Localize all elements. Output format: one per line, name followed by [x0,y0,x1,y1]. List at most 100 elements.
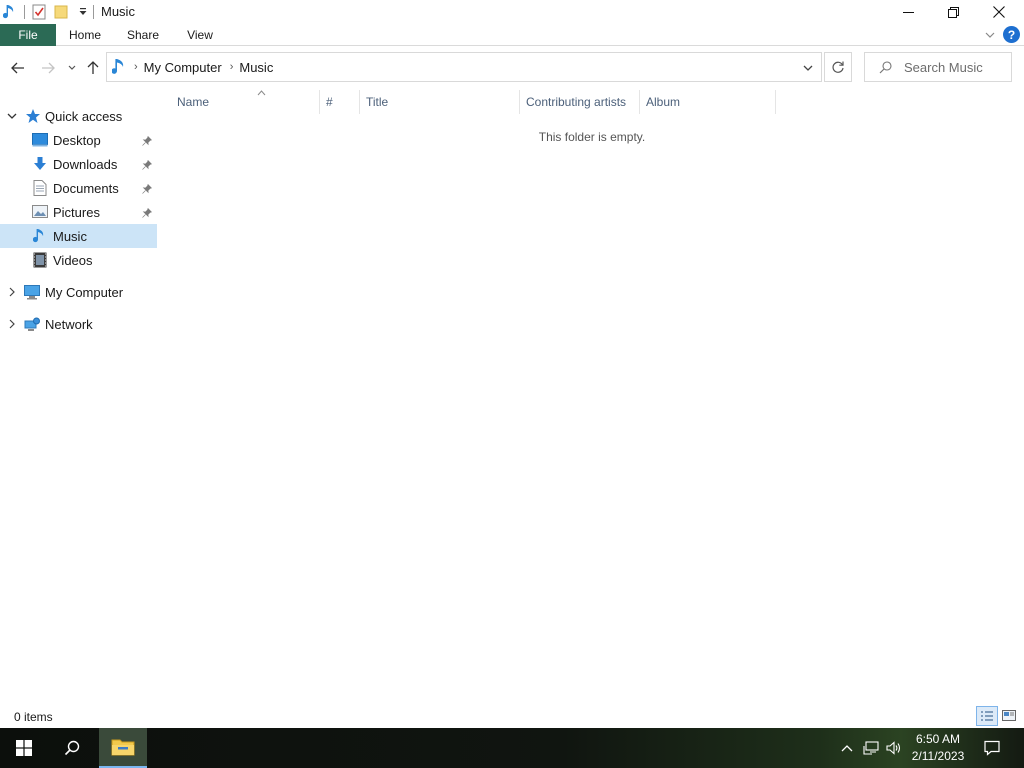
file-list: Name # Title Contributing artists Album … [160,88,1024,698]
sidebar-item-downloads[interactable]: Downloads [0,152,157,176]
pin-icon[interactable] [142,158,153,173]
start-button[interactable] [0,728,48,768]
column-divider[interactable] [775,90,776,114]
ribbon-tabs: File Home Share View ? [0,24,1024,46]
details-view-button[interactable] [976,706,998,726]
customize-qat-dropdown-icon[interactable] [75,4,91,20]
forward-button[interactable] [38,58,58,78]
pin-icon[interactable] [142,182,153,197]
column-divider[interactable] [519,90,520,114]
notifications-icon [984,740,1000,756]
pictures-icon [32,204,48,220]
file-explorer-taskbar-button[interactable] [99,728,147,768]
column-divider[interactable] [639,90,640,114]
large-icons-view-button[interactable] [998,706,1020,726]
up-arrow-icon [87,61,99,74]
sidebar-label: Network [45,317,93,332]
search-box[interactable]: Search Music [864,52,1012,82]
column-divider[interactable] [359,90,360,114]
sidebar-item-music[interactable]: Music [0,224,157,248]
sidebar-item-quick-access[interactable]: Quick access [0,104,157,128]
pin-icon[interactable] [142,134,153,149]
tab-file[interactable]: File [0,24,56,46]
collapse-chevron-icon[interactable] [6,110,18,122]
column-header-name[interactable]: Name [177,88,317,116]
address-bar[interactable]: › My Computer › Music [106,52,822,82]
forward-arrow-icon [42,62,55,74]
network-icon [24,316,40,332]
clock-date: 2/11/2023 [911,749,965,763]
recent-locations-button[interactable] [62,58,82,78]
taskbar-clock[interactable]: 6:50 AM 2/11/2023 [904,731,972,765]
column-header-title[interactable]: Title [366,88,516,116]
window-title: Music [101,4,135,19]
column-header-contributing-artists[interactable]: Contributing artists [526,88,638,116]
back-button[interactable] [8,58,28,78]
navigation-bar: › My Computer › Music Search Music [0,46,1024,88]
navigation-pane: Quick access Desktop Downloads Documents… [0,104,157,336]
star-icon [25,108,41,124]
breadcrumb-music[interactable]: Music [239,60,273,75]
music-location-icon [112,58,126,76]
search-icon [64,740,80,756]
sidebar-item-desktop[interactable]: Desktop [0,128,157,152]
title-separator [93,5,94,19]
title-bar: Music [0,0,1024,24]
windows-logo-icon [16,740,32,756]
refresh-button[interactable] [824,52,852,82]
documents-icon [32,180,48,196]
sidebar-item-documents[interactable]: Documents [0,176,157,200]
pin-icon[interactable] [142,206,153,221]
details-view-icon [981,711,993,721]
computer-icon [24,284,40,300]
sidebar-label: Quick access [45,109,123,124]
column-header-album[interactable]: Album [646,88,774,116]
sort-ascending-icon [257,88,266,98]
speaker-icon [886,741,901,755]
qat-separator [24,5,25,19]
music-note-icon [2,4,18,20]
address-dropdown-icon[interactable] [803,61,813,75]
new-folder-icon[interactable] [53,4,69,20]
tab-share[interactable]: Share [120,24,166,46]
search-icon [879,60,892,74]
videos-icon [32,252,48,268]
column-divider[interactable] [319,90,320,114]
expand-chevron-icon[interactable] [6,318,18,330]
properties-icon[interactable] [31,4,47,20]
sidebar-label: Documents [53,181,119,196]
taskbar: 6:50 AM 2/11/2023 [0,728,1024,768]
breadcrumb-my-computer[interactable]: My Computer [144,60,222,75]
sidebar-item-my-computer[interactable]: My Computer [0,280,157,304]
up-button[interactable] [83,58,103,78]
volume-tray-button[interactable] [884,728,904,768]
tab-home[interactable]: Home [62,24,108,46]
clock-time: 6:50 AM [915,732,961,746]
sidebar-label: My Computer [45,285,124,300]
sidebar-item-network[interactable]: Network [0,312,157,336]
expand-ribbon-chevron-icon[interactable] [985,28,995,42]
item-count: 0 items [14,710,53,724]
help-icon[interactable]: ? [1003,26,1020,43]
close-button[interactable] [976,0,1022,24]
empty-folder-message: This folder is empty. [538,130,646,144]
breadcrumb-chevron-icon[interactable]: › [230,61,234,73]
sidebar-item-pictures[interactable]: Pictures [0,200,157,224]
expand-chevron-icon[interactable] [6,286,18,298]
show-hidden-icons-button[interactable] [838,728,856,768]
column-header-number[interactable]: # [326,88,356,116]
action-center-button[interactable] [980,728,1004,768]
network-tray-button[interactable] [861,728,881,768]
folder-icon [111,739,135,756]
sidebar-label: Videos [53,253,93,268]
restore-icon [947,6,959,18]
sidebar-item-videos[interactable]: Videos [0,248,157,272]
chevron-up-icon [841,745,853,752]
search-taskbar-button[interactable] [48,728,96,768]
tab-view[interactable]: View [178,24,222,46]
minimize-button[interactable] [885,0,931,24]
breadcrumb-chevron-icon[interactable]: › [134,61,138,73]
restore-button[interactable] [930,0,976,24]
